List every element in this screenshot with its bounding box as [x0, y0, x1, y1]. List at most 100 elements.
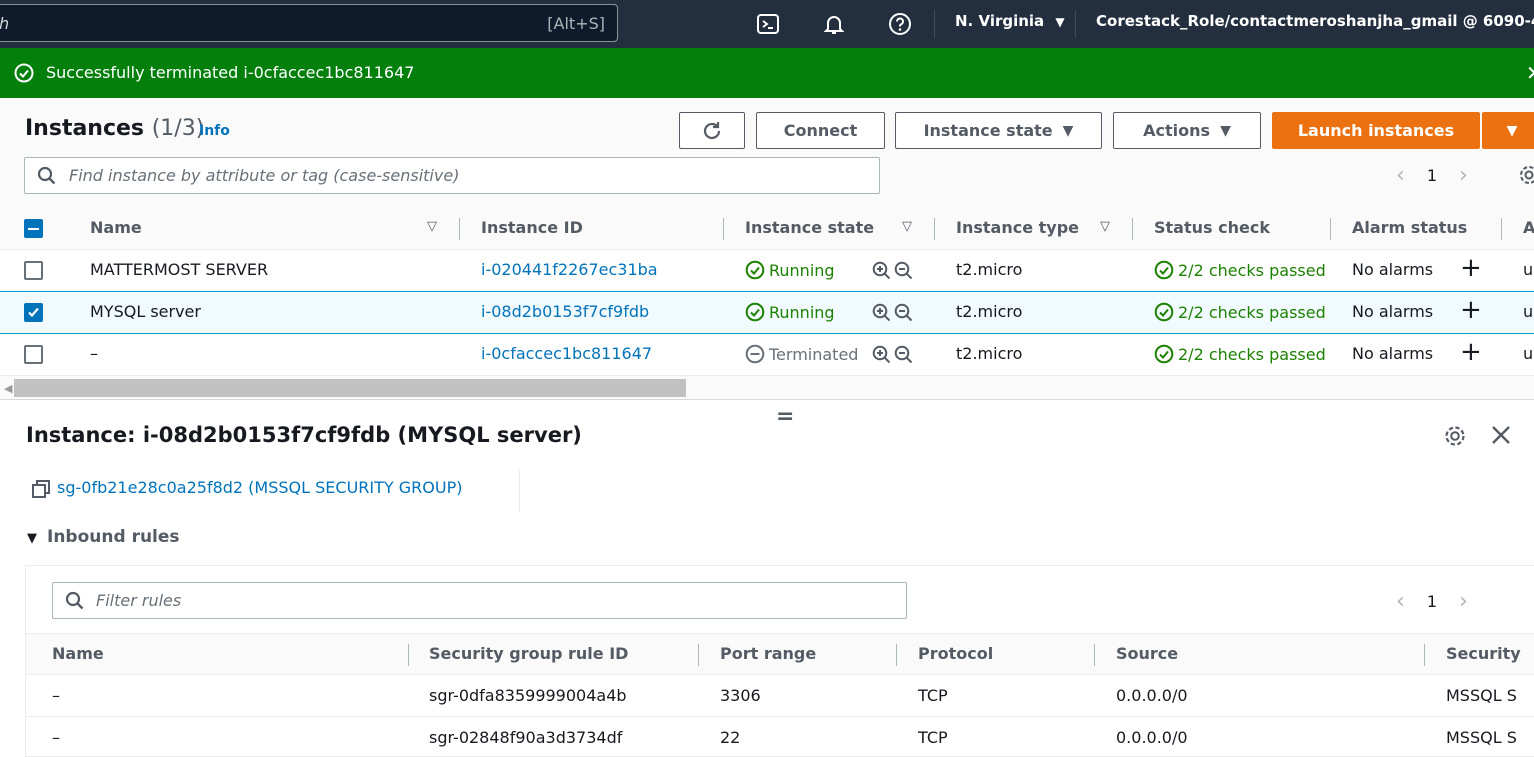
zoom-in-icon[interactable] [872, 345, 892, 365]
account-menu[interactable]: Corestack_Role/contactmeroshanjha_gmail … [1096, 12, 1534, 30]
caret-down-icon: ▼ [27, 531, 37, 546]
alarm-status: No alarms [1352, 344, 1434, 363]
column-divider[interactable] [408, 644, 409, 666]
instance-id-link[interactable]: i-08d2b0153f7cf9fdb [481, 302, 649, 321]
column-header-protocol[interactable]: Protocol [918, 644, 993, 663]
chevron-right-icon[interactable]: › [1459, 163, 1468, 188]
column-header-instance-id[interactable]: Instance ID [481, 218, 583, 237]
status-check: 2/2 checks passed [1154, 344, 1326, 364]
rule-port: 3306 [720, 686, 761, 705]
column-divider[interactable] [1501, 218, 1502, 240]
close-icon[interactable]: ✕ [1526, 61, 1534, 85]
column-divider[interactable] [1330, 218, 1331, 240]
launch-instances-button[interactable]: Launch instances [1272, 112, 1480, 149]
launch-label: Launch instances [1297, 121, 1455, 140]
search-icon [37, 166, 56, 185]
instance-id-link[interactable]: i-0cfaccec1bc811647 [481, 344, 652, 363]
state-label: Terminated [769, 345, 859, 364]
top-navigation-bar: h [Alt+S] N. Virginia ▼ Corestack_Role/c… [0, 0, 1534, 48]
instance-search-input[interactable]: Find instance by attribute or tag (case-… [24, 157, 880, 194]
column-divider[interactable] [459, 218, 460, 240]
sort-icon[interactable]: ▽ [1100, 219, 1110, 234]
zoom-out-icon[interactable] [894, 345, 914, 365]
column-divider[interactable] [1132, 218, 1133, 240]
rule-id: sgr-0dfa8359999004a4b [429, 686, 627, 705]
column-header-availability-zone[interactable]: A [1523, 218, 1534, 237]
region-selector[interactable]: N. Virginia ▼ [955, 12, 1065, 30]
security-group-link[interactable]: sg-0fb21e28c0a25f8d2 (MSSQL SECURITY GRO… [57, 478, 462, 497]
rule-security-group-link[interactable]: MSSQL S [1446, 728, 1517, 747]
state-label: Running [769, 303, 835, 322]
instance-type: t2.micro [956, 302, 1023, 321]
launch-options-dropdown[interactable]: ▼ [1482, 112, 1534, 149]
region-label: N. Virginia [955, 12, 1045, 30]
column-divider[interactable] [1094, 644, 1095, 666]
instance-name: MYSQL server [90, 302, 201, 321]
rule-security-group-link[interactable]: MSSQL S [1446, 686, 1517, 705]
actions-label: Actions [1143, 121, 1211, 140]
scroll-left-icon[interactable]: ◀ [4, 382, 12, 395]
column-divider[interactable] [934, 218, 935, 240]
column-header-status-check[interactable]: Status check [1154, 218, 1270, 237]
info-link[interactable]: Info [199, 123, 230, 139]
column-header-rule-id[interactable]: Security group rule ID [429, 644, 628, 663]
sort-icon[interactable]: ▽ [902, 219, 912, 234]
refresh-button[interactable] [679, 112, 745, 149]
help-icon[interactable] [887, 11, 913, 37]
zoom-in-icon[interactable] [872, 303, 892, 323]
bell-icon[interactable] [821, 11, 847, 37]
filter-rules-input[interactable]: Filter rules [52, 582, 907, 619]
column-divider[interactable] [698, 644, 699, 666]
instance-state: Running [745, 260, 835, 280]
preferences-gear-icon[interactable] [1443, 424, 1467, 452]
row-checkbox[interactable] [24, 261, 43, 280]
row-checkbox[interactable] [24, 345, 43, 364]
scrollbar-thumb[interactable] [14, 379, 686, 397]
column-header-alarm-status[interactable]: Alarm status [1352, 218, 1467, 237]
check-circle-icon [1154, 302, 1174, 322]
column-divider[interactable] [723, 218, 724, 240]
page-number[interactable]: 1 [1427, 166, 1437, 185]
chevron-right-icon[interactable]: › [1459, 589, 1468, 614]
chevron-left-icon[interactable]: ‹ [1396, 163, 1405, 188]
zoom-out-icon[interactable] [894, 303, 914, 323]
column-header-port-range[interactable]: Port range [720, 644, 816, 663]
add-alarm-icon[interactable]: + [1460, 295, 1482, 325]
settings-gear-icon[interactable] [1518, 164, 1534, 190]
page-number[interactable]: 1 [1427, 592, 1437, 611]
instance-type: t2.micro [956, 260, 1023, 279]
actions-dropdown[interactable]: Actions ▼ [1113, 112, 1261, 149]
filter-placeholder: Filter rules [96, 591, 182, 610]
nav-divider [934, 10, 935, 38]
add-alarm-icon[interactable]: + [1460, 337, 1482, 367]
row-checkbox[interactable] [24, 303, 43, 322]
column-header-instance-type[interactable]: Instance type [956, 218, 1079, 237]
sort-icon[interactable]: ▽ [427, 219, 437, 234]
column-header-security-groups[interactable]: Security [1446, 644, 1521, 663]
column-divider[interactable] [1424, 644, 1425, 666]
column-header-instance-state[interactable]: Instance state [745, 218, 874, 237]
search-icon [65, 591, 84, 610]
cloudshell-icon[interactable] [755, 11, 781, 37]
column-header-name[interactable]: Name [90, 218, 142, 237]
zoom-out-icon[interactable] [894, 261, 914, 281]
add-alarm-icon[interactable]: + [1460, 253, 1482, 283]
column-header-source[interactable]: Source [1116, 644, 1178, 663]
global-search-input[interactable]: h [Alt+S] [0, 4, 618, 42]
check-circle-icon [1154, 260, 1174, 280]
split-panel-resize-handle[interactable]: = [776, 404, 794, 429]
column-divider[interactable] [896, 644, 897, 666]
inbound-rules-toggle[interactable]: ▼ Inbound rules [27, 527, 180, 547]
copy-icon[interactable] [31, 479, 51, 503]
instance-id-link[interactable]: i-020441f2267ec31ba [481, 260, 658, 279]
select-all-checkbox[interactable] [24, 219, 43, 238]
instance-state-dropdown[interactable]: Instance state ▼ [895, 112, 1102, 149]
close-panel-icon[interactable] [1490, 424, 1512, 450]
chevron-left-icon[interactable]: ‹ [1396, 589, 1405, 614]
connect-button[interactable]: Connect [756, 112, 885, 149]
detail-pane-title: Instance: i-08d2b0153f7cf9fdb (MYSQL ser… [26, 423, 582, 447]
horizontal-scrollbar[interactable]: ◀ [0, 376, 1534, 400]
zoom-in-icon[interactable] [872, 261, 892, 281]
column-header-name[interactable]: Name [52, 644, 104, 663]
availability-zone: u [1523, 302, 1534, 321]
